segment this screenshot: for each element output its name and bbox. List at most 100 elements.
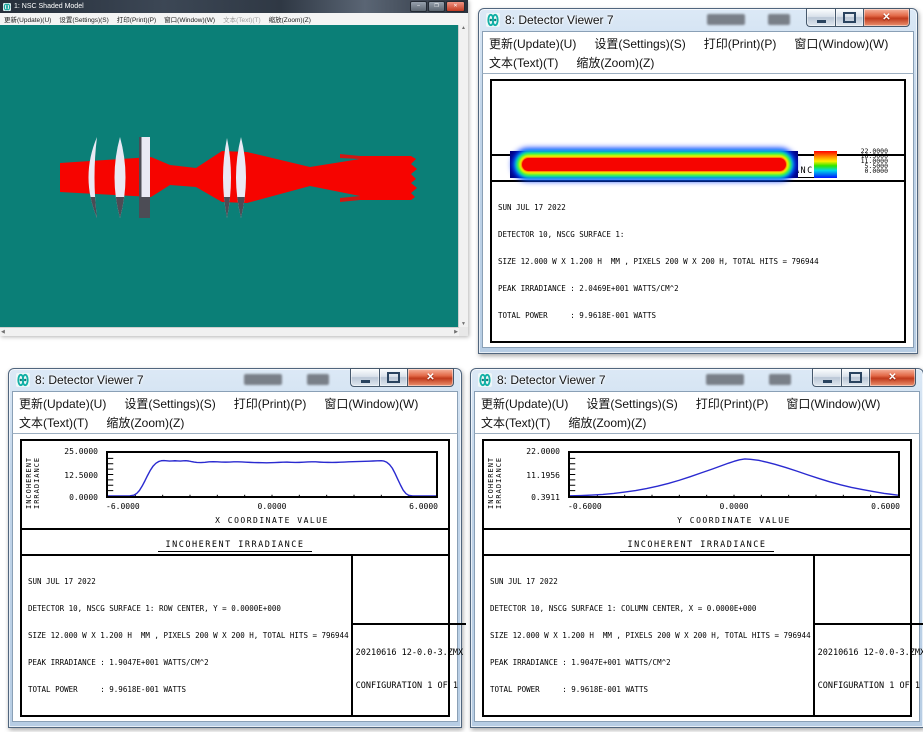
close-button[interactable]: ✕ xyxy=(863,8,910,27)
menu-zoom[interactable]: 缩放(Zoom)(Z) xyxy=(568,414,646,431)
detector-image-region[interactable]: 22.0000 16.5000 11.0000 5.5000 0.0000 xyxy=(492,81,904,154)
menu-settings[interactable]: 设置(Settings)(S) xyxy=(124,395,215,412)
window-title: 8: Detector Viewer 7 xyxy=(505,13,614,27)
background-artifact xyxy=(307,374,329,385)
column-profile-plot xyxy=(570,453,898,496)
menu-zoom[interactable]: 缩放(Zoom)(Z) xyxy=(269,14,311,24)
shaded-model-viewport[interactable] xyxy=(0,25,459,327)
lens-file-name: 20210616 12-0.0-3.ZMX xyxy=(818,648,923,659)
titlebar[interactable]: 8: Detector Viewer 7 ✕ xyxy=(479,9,917,31)
scroll-left-icon[interactable]: ◀ xyxy=(1,329,5,335)
menu-zoom[interactable]: 缩放(Zoom)(Z) xyxy=(576,54,654,71)
minimize-button[interactable]: – xyxy=(410,1,427,12)
menu-print[interactable]: 打印(Print)(P) xyxy=(704,35,777,52)
y-axis-title: INCOHERENT IRRADIANCE xyxy=(25,456,41,508)
titlebar[interactable]: 8: Detector Viewer 7 ✕ xyxy=(9,369,461,391)
close-button[interactable]: ✕ xyxy=(407,368,454,387)
graphic-caption: INCOHERENT IRRADIANCE xyxy=(620,540,775,552)
lens-file-name: 20210616 12-0.0-3.ZMX xyxy=(356,648,463,659)
scroll-up-icon[interactable]: ▲ xyxy=(461,25,466,31)
scroll-right-icon[interactable]: ▶ xyxy=(454,329,458,335)
y-tick-label: 25.0000 xyxy=(36,447,98,456)
minimize-button[interactable] xyxy=(350,368,379,387)
x-axis-title: Y COORDINATE VALUE xyxy=(568,516,900,525)
menu-window[interactable]: 窗口(Window)(W) xyxy=(324,395,418,412)
colorbar xyxy=(814,151,837,178)
zemax-footer: INCOHERENT IRRADIANCE SUN JUL 17 2022 DE… xyxy=(484,528,910,715)
y-tick-label: 12.5000 xyxy=(36,471,98,480)
background-artifact xyxy=(768,14,790,25)
titlebar[interactable]: 8: Detector Viewer 7 ✕ xyxy=(471,369,923,391)
minimize-button[interactable] xyxy=(806,8,835,27)
menu-update[interactable]: 更新(Update)(U) xyxy=(4,14,51,24)
row-cross-section-window: 8: Detector Viewer 7 ✕ 更新(Update)(U) 设置(… xyxy=(8,368,462,728)
colorbar-labels: 22.0000 16.5000 11.0000 5.5000 0.0000 xyxy=(844,149,888,174)
y-tick-label: 0.3911 xyxy=(498,493,560,502)
ray-trace-scene xyxy=(0,25,459,327)
zemax-footer: INCOHERENT IRRADIANCE SUN JUL 17 2022 DE… xyxy=(22,528,448,715)
zemax-app-icon xyxy=(478,373,492,387)
menu-window[interactable]: 窗口(Window)(W) xyxy=(786,395,880,412)
menu-settings[interactable]: 设置(Settings)(S) xyxy=(59,14,108,24)
detector-info-text: SUN JUL 17 2022 DETECTOR 10, NSCG SURFAC… xyxy=(492,182,904,341)
menu-text: 文本(Text)(T) xyxy=(223,14,261,24)
y-tick-label: 22.0000 xyxy=(498,447,560,456)
restore-button[interactable]: ❐ xyxy=(428,1,445,12)
menu-window[interactable]: 窗口(Window)(W) xyxy=(164,14,215,24)
zemax-app-icon xyxy=(16,373,30,387)
window-title: 8: Detector Viewer 7 xyxy=(35,373,144,387)
menu-zoom[interactable]: 缩放(Zoom)(Z) xyxy=(106,414,184,431)
x-axis-title: X COORDINATE VALUE xyxy=(106,516,438,525)
zemax-app-icon xyxy=(3,3,11,11)
y-axis-title: INCOHERENT IRRADIANCE xyxy=(487,456,503,508)
horizontal-scrollbar[interactable]: ◀ ▶ xyxy=(0,327,459,336)
menu-update[interactable]: 更新(Update)(U) xyxy=(19,395,106,412)
configuration-label: CONFIGURATION 1 OF 1 xyxy=(818,681,923,692)
nsc-titlebar[interactable]: 1: NSC Shaded Model – ❐ ✕ xyxy=(0,0,468,13)
background-artifact xyxy=(244,374,282,385)
plot-frame xyxy=(106,451,438,498)
row-info-text: SUN JUL 17 2022 DETECTOR 10, NSCG SURFAC… xyxy=(22,556,351,715)
menu-text[interactable]: 文本(Text)(T) xyxy=(481,414,550,431)
column-plot-region[interactable]: 22.0000 11.1956 0.3911 INCOHERENT IRRADI… xyxy=(484,441,910,528)
row-plot-client: 25.0000 12.5000 0.0000 INCOHERENT IRRADI… xyxy=(12,434,458,722)
nsc-shaded-model-window: 1: NSC Shaded Model – ❐ ✕ 更新(Update)(U) … xyxy=(0,0,468,336)
background-artifact xyxy=(707,14,745,25)
menubar: 更新(Update)(U) 设置(Settings)(S) 打印(Print)(… xyxy=(482,31,914,74)
x-tick-labels: -0.6000 0.0000 0.6000 xyxy=(568,502,900,512)
maximize-button[interactable] xyxy=(841,368,869,387)
beam-spot xyxy=(522,158,786,171)
zemax-footer: DETECTOR IMAGE: INCOHERENT IRRADIANCE SU… xyxy=(492,154,904,341)
graphic-caption: INCOHERENT IRRADIANCE xyxy=(158,540,313,552)
close-button[interactable]: ✕ xyxy=(446,1,465,12)
detector-image-window: 8: Detector Viewer 7 ✕ 更新(Update)(U) 设置(… xyxy=(478,8,918,354)
column-plot-client: 22.0000 11.1956 0.3911 INCOHERENT IRRADI… xyxy=(474,434,920,722)
config-panel: 20210616 12-0.0-3.ZMX CONFIGURATION 1 OF… xyxy=(351,556,466,715)
row-plot-region[interactable]: 25.0000 12.5000 0.0000 INCOHERENT IRRADI… xyxy=(22,441,448,528)
maximize-button[interactable] xyxy=(379,368,407,387)
menu-print[interactable]: 打印(Print)(P) xyxy=(117,14,156,24)
menu-text[interactable]: 文本(Text)(T) xyxy=(19,414,88,431)
vertical-scrollbar[interactable]: ▲ ▼ xyxy=(458,25,468,327)
menu-settings[interactable]: 设置(Settings)(S) xyxy=(586,395,677,412)
menubar: 更新(Update)(U) 设置(Settings)(S) 打印(Print)(… xyxy=(474,391,920,434)
menu-update[interactable]: 更新(Update)(U) xyxy=(481,395,568,412)
menu-text[interactable]: 文本(Text)(T) xyxy=(489,54,558,71)
detector-image-client: 22.0000 16.5000 11.0000 5.5000 0.0000 DE… xyxy=(482,74,914,348)
menu-print[interactable]: 打印(Print)(P) xyxy=(696,395,769,412)
menu-settings[interactable]: 设置(Settings)(S) xyxy=(594,35,685,52)
row-profile-plot xyxy=(108,453,436,496)
detector-heatmap xyxy=(510,151,798,178)
menubar: 更新(Update)(U) 设置(Settings)(S) 打印(Print)(… xyxy=(12,391,458,434)
menu-print[interactable]: 打印(Print)(P) xyxy=(234,395,307,412)
y-tick-label: 11.1956 xyxy=(498,471,560,480)
background-artifact xyxy=(769,374,791,385)
window-title: 8: Detector Viewer 7 xyxy=(497,373,606,387)
minimize-button[interactable] xyxy=(812,368,841,387)
menu-update[interactable]: 更新(Update)(U) xyxy=(489,35,576,52)
maximize-button[interactable] xyxy=(835,8,863,27)
zemax-graphic-frame: 25.0000 12.5000 0.0000 INCOHERENT IRRADI… xyxy=(20,439,450,717)
close-button[interactable]: ✕ xyxy=(869,368,916,387)
menu-window[interactable]: 窗口(Window)(W) xyxy=(794,35,888,52)
config-panel: 20210616 12-0.0-3.ZMX CONFIGURATION 1 OF… xyxy=(813,556,923,715)
